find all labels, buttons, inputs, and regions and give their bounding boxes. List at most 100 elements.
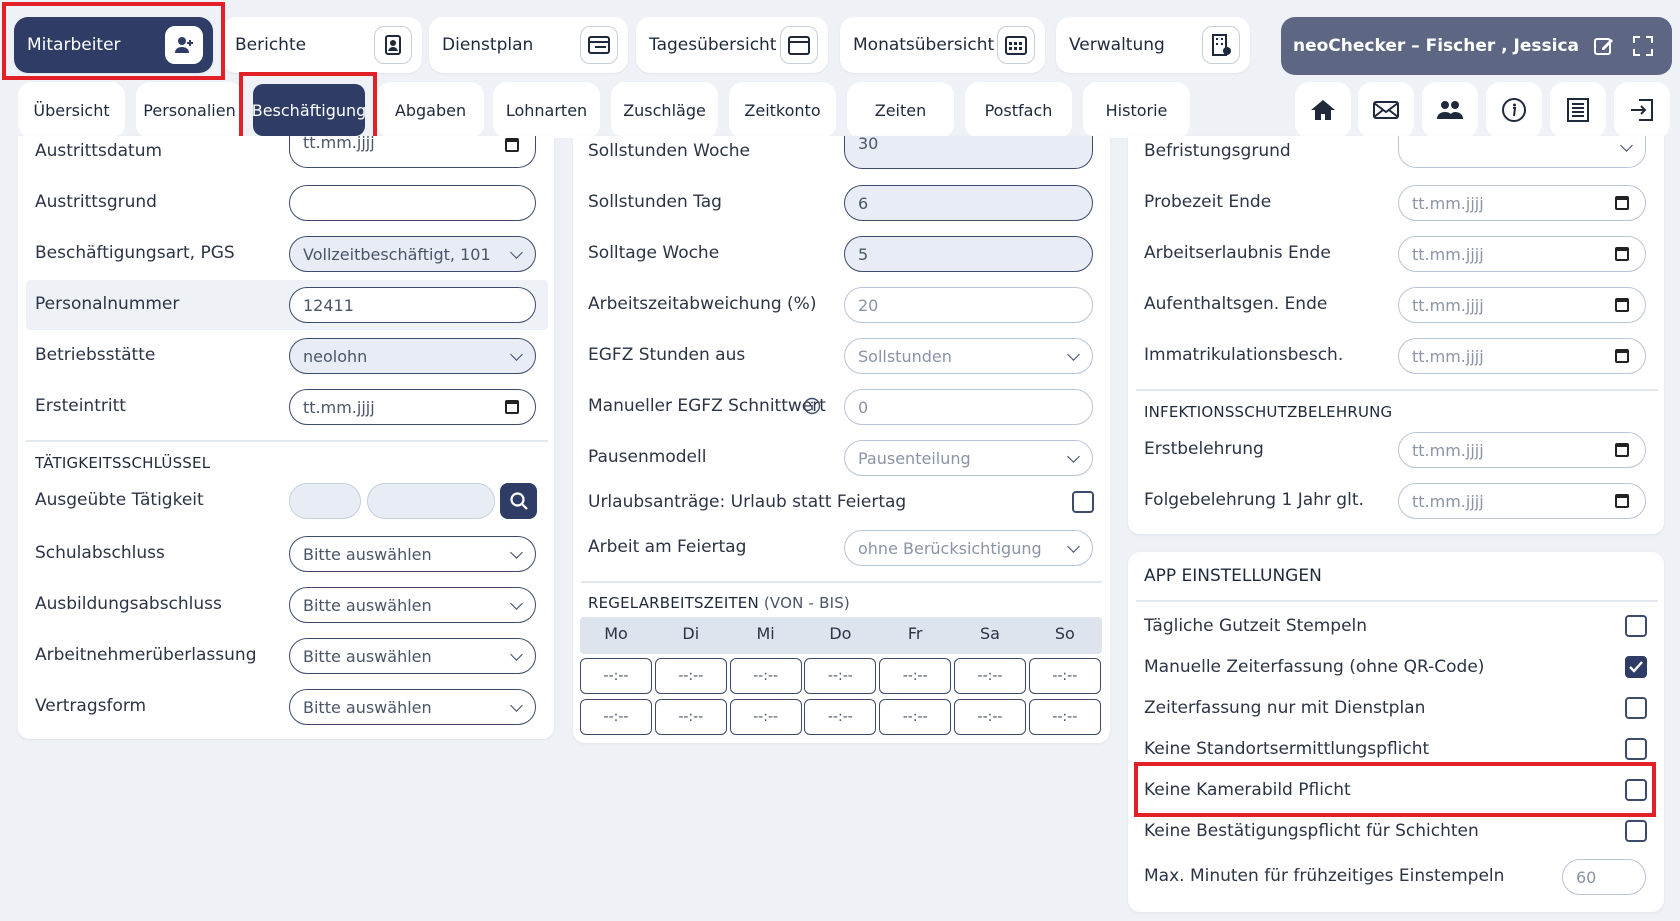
chevron-down-icon (510, 648, 523, 661)
mail-button[interactable] (1358, 82, 1414, 138)
add-user-icon (165, 26, 203, 64)
app-setting-checkbox[interactable] (1625, 820, 1647, 842)
time-input-fr-von[interactable]: --:-- (879, 658, 952, 694)
time-input-do-von[interactable]: --:-- (804, 658, 877, 694)
egfz-stunden-select[interactable]: Sollstunden (844, 338, 1093, 374)
time-input-mo-bis[interactable]: --:-- (580, 699, 652, 735)
info-icon[interactable] (803, 397, 821, 419)
tab-zeitkonto[interactable]: Zeitkonto (729, 82, 836, 138)
schulabschluss-select[interactable]: Bitte auswählen (289, 536, 536, 572)
tab-label: Beschäftigung (251, 100, 367, 120)
logout-button[interactable] (1614, 82, 1670, 138)
ersteintritt-input[interactable]: tt.mm.jjjj (289, 389, 536, 425)
sollstunden-woche-input[interactable]: 30 (844, 134, 1093, 169)
time-input-di-bis[interactable]: --:-- (654, 699, 727, 735)
tab-lohnarten[interactable]: Lohnarten (493, 82, 600, 138)
solltage-woche-input[interactable]: 5 (844, 236, 1093, 272)
erstbelehrung-input[interactable]: tt.mm.jjjj (1398, 432, 1646, 468)
nav-berichte-button[interactable]: Berichte (222, 17, 422, 73)
edit-icon[interactable] (1593, 35, 1615, 62)
nav-dienstplan-button[interactable]: Dienstplan (429, 17, 628, 73)
pausenmodell-select[interactable]: Pausenteilung (844, 440, 1093, 476)
sollstunden-tag-input[interactable]: 6 (844, 185, 1093, 221)
arbeit-feiertag-select[interactable]: ohne Berücksichtigung (844, 530, 1093, 566)
folgebelehrung-input[interactable]: tt.mm.jjjj (1398, 483, 1646, 519)
beschaeftigungsart-select[interactable]: Vollzeitbeschäftigt, 101 (289, 236, 536, 272)
day-header-mo: Mo (604, 624, 628, 643)
app-setting-checkbox[interactable] (1625, 779, 1647, 801)
time-input-so-bis[interactable]: --:-- (1028, 699, 1101, 735)
time-input-so-von[interactable]: --:-- (1028, 658, 1101, 694)
taetigkeit-code-input[interactable] (289, 483, 361, 519)
max-minuten-input[interactable]: 60 (1562, 859, 1646, 895)
top-navigation: Mitarbeiter Berichte Dienstplan Tagesübe… (0, 0, 1680, 150)
taetigkeit-text-input[interactable] (367, 483, 495, 519)
sollstunden-woche-value: 30 (858, 134, 879, 153)
befristungsgrund-select[interactable] (1398, 136, 1646, 168)
betriebsstaette-select[interactable]: neolohn (289, 338, 536, 374)
app-setting-checkbox[interactable] (1625, 738, 1647, 760)
taetigkeit-search-button[interactable] (500, 483, 537, 519)
time-input-di-von[interactable]: --:-- (654, 658, 727, 694)
arbeitszeitabweichung-input[interactable]: 20 (844, 287, 1093, 323)
immatrikulation-input[interactable]: tt.mm.jjjj (1398, 338, 1646, 374)
arbeitserlaubnis-ende-input[interactable]: tt.mm.jjjj (1398, 236, 1646, 272)
time-input-mi-bis[interactable]: --:-- (729, 699, 802, 735)
nav-tagesuebersicht-label: Tagesübersicht (649, 35, 777, 55)
fullscreen-icon[interactable] (1632, 35, 1654, 62)
calendar-icon (1615, 298, 1629, 312)
arbeitserlaubnis-ende-value: tt.mm.jjjj (1412, 244, 1484, 264)
time-input-sa-bis[interactable]: --:-- (954, 699, 1026, 735)
users-button[interactable] (1422, 82, 1478, 138)
personalnummer-input[interactable]: 12411 (289, 287, 536, 323)
time-input-do-bis[interactable]: --:-- (804, 699, 877, 735)
list-button[interactable] (1550, 82, 1606, 138)
nav-mitarbeiter-button[interactable]: Mitarbeiter (14, 17, 213, 73)
tab-zuschlaege[interactable]: Zuschläge (611, 82, 718, 138)
time-input-mo-von[interactable]: --:-- (580, 658, 652, 694)
erstbelehrung-value: tt.mm.jjjj (1412, 440, 1484, 460)
nav-verwaltung-button[interactable]: Verwaltung (1056, 17, 1250, 73)
tab-beschaeftigung[interactable]: Beschäftigung (251, 84, 367, 136)
aufenthalt-ende-input[interactable]: tt.mm.jjjj (1398, 287, 1646, 323)
egfz-schnittwert-input[interactable]: 0 (844, 389, 1093, 425)
regelarbeitszeiten-label: REGELARBEITSZEITEN (588, 594, 759, 612)
right-panel: Befristungsgrund Probezeit Ende tt.mm.jj… (1128, 136, 1664, 534)
erstbelehrung-label: Erstbelehrung (1144, 439, 1264, 459)
tab-historie[interactable]: Historie (1083, 82, 1190, 138)
arbeitnehmerueberlassung-select[interactable]: Bitte auswählen (289, 638, 536, 674)
chevron-down-icon (510, 246, 523, 259)
user-bar: neoChecker – Fischer , Jessica (1281, 17, 1672, 75)
info-button[interactable] (1486, 82, 1542, 138)
chevron-down-icon (510, 546, 523, 559)
nav-monatsuebersicht-button[interactable]: Monatsübersicht (840, 17, 1045, 73)
app-setting-checkbox[interactable] (1625, 697, 1647, 719)
tab-postfach[interactable]: Postfach (965, 82, 1072, 138)
ausbildungsabschluss-select[interactable]: Bitte auswählen (289, 587, 536, 623)
arbeitszeitabweichung-value: 20 (858, 295, 879, 315)
time-input-sa-von[interactable]: --:-- (954, 658, 1026, 694)
urlaub-feiertag-checkbox[interactable] (1072, 491, 1094, 513)
austrittsgrund-input[interactable] (289, 185, 536, 221)
time-input-mi-von[interactable]: --:-- (729, 658, 802, 694)
app-setting-checkbox[interactable] (1625, 615, 1647, 637)
home-button[interactable] (1295, 82, 1351, 138)
austrittsdatum-input[interactable]: tt.mm.jjjj (289, 133, 536, 168)
calendar-icon (1615, 349, 1629, 363)
chevron-down-icon (1067, 540, 1080, 553)
tab-zeiten[interactable]: Zeiten (847, 82, 954, 138)
time-input-fr-bis[interactable]: --:-- (879, 699, 952, 735)
day-header-mi: Mi (756, 624, 775, 643)
app-setting-checkbox[interactable] (1625, 656, 1647, 678)
tab-label: Übersicht (33, 100, 110, 120)
tab-uebersicht[interactable]: Übersicht (18, 82, 125, 138)
vertragsform-select[interactable]: Bitte auswählen (289, 689, 536, 725)
tab-personalien[interactable]: Personalien (136, 82, 243, 138)
probezeit-ende-input[interactable]: tt.mm.jjjj (1398, 185, 1646, 221)
app-setting-label: Keine Standortsermittlungspflicht (1144, 739, 1430, 759)
pausenmodell-value: Pausenteilung (858, 448, 971, 468)
nav-tagesuebersicht-button[interactable]: Tagesübersicht (636, 17, 828, 73)
personalnummer-label: Personalnummer (35, 294, 180, 314)
tab-abgaben[interactable]: Abgaben (377, 82, 484, 138)
schulabschluss-label: Schulabschluss (35, 543, 165, 563)
